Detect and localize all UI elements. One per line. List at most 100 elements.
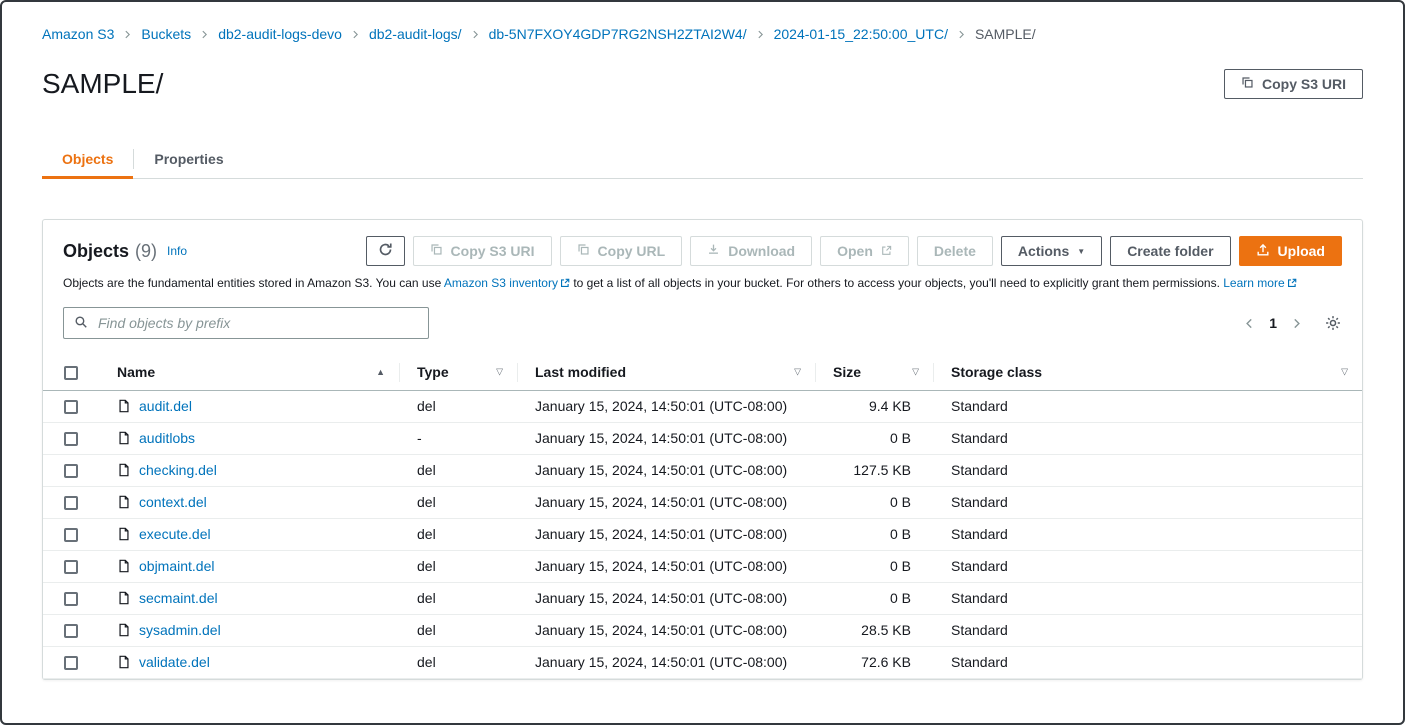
copy-url-button[interactable]: Copy URL [560, 236, 683, 266]
object-name-link[interactable]: execute.del [139, 526, 211, 542]
object-storage-class: Standard [933, 390, 1362, 422]
object-size: 0 B [815, 486, 933, 518]
row-checkbox[interactable] [64, 464, 78, 478]
search-box [63, 307, 429, 339]
object-size: 0 B [815, 422, 933, 454]
breadcrumb-separator-icon [351, 28, 360, 41]
object-storage-class: Standard [933, 422, 1362, 454]
object-name-link[interactable]: auditlobs [139, 430, 195, 446]
row-checkbox[interactable] [64, 400, 78, 414]
object-name-link[interactable]: checking.del [139, 462, 217, 478]
tab-properties[interactable]: Properties [134, 140, 243, 178]
page-title: SAMPLE/ [42, 68, 163, 100]
learn-more-link[interactable]: Learn more [1223, 276, 1296, 290]
breadcrumb-separator-icon [957, 28, 966, 41]
copy-s3-uri-button[interactable]: Copy S3 URI [413, 236, 552, 266]
object-last-modified: January 15, 2024, 14:50:01 (UTC-08:00) [517, 518, 815, 550]
sort-caret-icon: ▽ [1341, 367, 1348, 378]
file-icon [117, 463, 131, 477]
row-checkbox[interactable] [64, 592, 78, 606]
file-icon [117, 431, 131, 445]
page-number[interactable]: 1 [1269, 315, 1277, 331]
objects-table: Name▲ Type▽ Last modified▽ Size▽ Storage… [43, 355, 1362, 679]
object-size: 72.6 KB [815, 646, 933, 678]
object-type: del [399, 614, 517, 646]
upload-button[interactable]: Upload [1239, 236, 1342, 266]
next-page-icon[interactable] [1291, 316, 1302, 331]
s3-console-window: Amazon S3 Buckets db2-audit-logs-devo db… [0, 0, 1405, 725]
column-header-last-modified[interactable]: Last modified▽ [517, 355, 815, 390]
table-row: validate.del del January 15, 2024, 14:50… [43, 646, 1362, 678]
object-name-link[interactable]: audit.del [139, 398, 192, 414]
object-name-link[interactable]: sysadmin.del [139, 622, 221, 638]
object-storage-class: Standard [933, 646, 1362, 678]
breadcrumb-link-amazon-s3[interactable]: Amazon S3 [42, 26, 114, 42]
object-storage-class: Standard [933, 518, 1362, 550]
file-icon [117, 623, 131, 637]
refresh-button[interactable] [366, 236, 405, 266]
row-checkbox[interactable] [64, 496, 78, 510]
previous-page-icon[interactable] [1244, 316, 1255, 331]
row-checkbox[interactable] [64, 528, 78, 542]
table-row: auditlobs - January 15, 2024, 14:50:01 (… [43, 422, 1362, 454]
open-button[interactable]: Open [820, 236, 909, 266]
object-storage-class: Standard [933, 550, 1362, 582]
select-all-checkbox[interactable] [64, 366, 78, 380]
breadcrumb-link-prefix-2[interactable]: db-5N7FXOY4GDP7RG2NSH2ZTAI2W4/ [489, 26, 747, 42]
row-checkbox[interactable] [64, 656, 78, 670]
actions-dropdown-button[interactable]: Actions ▼ [1001, 236, 1102, 266]
object-name-link[interactable]: context.del [139, 494, 207, 510]
object-storage-class: Standard [933, 582, 1362, 614]
external-link-icon [881, 243, 892, 259]
object-name-link[interactable]: validate.del [139, 654, 210, 670]
amazon-s3-inventory-link[interactable]: Amazon S3 inventory [444, 276, 570, 290]
object-type: del [399, 646, 517, 678]
refresh-icon [378, 242, 393, 260]
column-header-name[interactable]: Name▲ [99, 355, 399, 390]
copy-icon [430, 243, 443, 259]
objects-toolbar: Copy S3 URI Copy URL Download Open [366, 236, 1342, 266]
breadcrumb: Amazon S3 Buckets db2-audit-logs-devo db… [42, 2, 1363, 42]
column-header-storage-class[interactable]: Storage class▽ [933, 355, 1362, 390]
breadcrumb-link-prefix-1[interactable]: db2-audit-logs/ [369, 26, 462, 42]
object-last-modified: January 15, 2024, 14:50:01 (UTC-08:00) [517, 390, 815, 422]
download-button[interactable]: Download [690, 236, 812, 266]
object-name-link[interactable]: objmaint.del [139, 558, 215, 574]
column-header-type[interactable]: Type▽ [399, 355, 517, 390]
sort-caret-icon: ▽ [912, 367, 919, 378]
table-row: secmaint.del del January 15, 2024, 14:50… [43, 582, 1362, 614]
row-checkbox[interactable] [64, 432, 78, 446]
row-checkbox[interactable] [64, 560, 78, 574]
object-last-modified: January 15, 2024, 14:50:01 (UTC-08:00) [517, 646, 815, 678]
object-storage-class: Standard [933, 486, 1362, 518]
breadcrumb-link-buckets[interactable]: Buckets [141, 26, 191, 42]
object-size: 0 B [815, 518, 933, 550]
column-header-size[interactable]: Size▽ [815, 355, 933, 390]
create-folder-button[interactable]: Create folder [1110, 236, 1230, 266]
delete-button[interactable]: Delete [917, 236, 993, 266]
object-last-modified: January 15, 2024, 14:50:01 (UTC-08:00) [517, 486, 815, 518]
settings-gear-icon[interactable] [1324, 314, 1342, 332]
object-type: del [399, 582, 517, 614]
breadcrumb-separator-icon [471, 28, 480, 41]
breadcrumb-link-bucket[interactable]: db2-audit-logs-devo [218, 26, 342, 42]
breadcrumb-separator-icon [200, 28, 209, 41]
object-size: 28.5 KB [815, 614, 933, 646]
breadcrumb-link-prefix-3[interactable]: 2024-01-15_22:50:00_UTC/ [774, 26, 948, 42]
objects-description: Objects are the fundamental entities sto… [43, 274, 1362, 303]
copy-s3-uri-header-button[interactable]: Copy S3 URI [1224, 69, 1363, 99]
object-storage-class: Standard [933, 614, 1362, 646]
object-name-link[interactable]: secmaint.del [139, 590, 218, 606]
table-row: sysadmin.del del January 15, 2024, 14:50… [43, 614, 1362, 646]
object-type: del [399, 550, 517, 582]
object-size: 0 B [815, 550, 933, 582]
info-link[interactable]: Info [167, 244, 187, 258]
breadcrumb-current: SAMPLE/ [975, 26, 1036, 42]
object-type: - [399, 422, 517, 454]
objects-count: (9) [135, 241, 157, 262]
file-icon [117, 399, 131, 413]
search-input[interactable] [96, 314, 418, 332]
row-checkbox[interactable] [64, 624, 78, 638]
object-type: del [399, 390, 517, 422]
tab-objects[interactable]: Objects [42, 140, 133, 178]
